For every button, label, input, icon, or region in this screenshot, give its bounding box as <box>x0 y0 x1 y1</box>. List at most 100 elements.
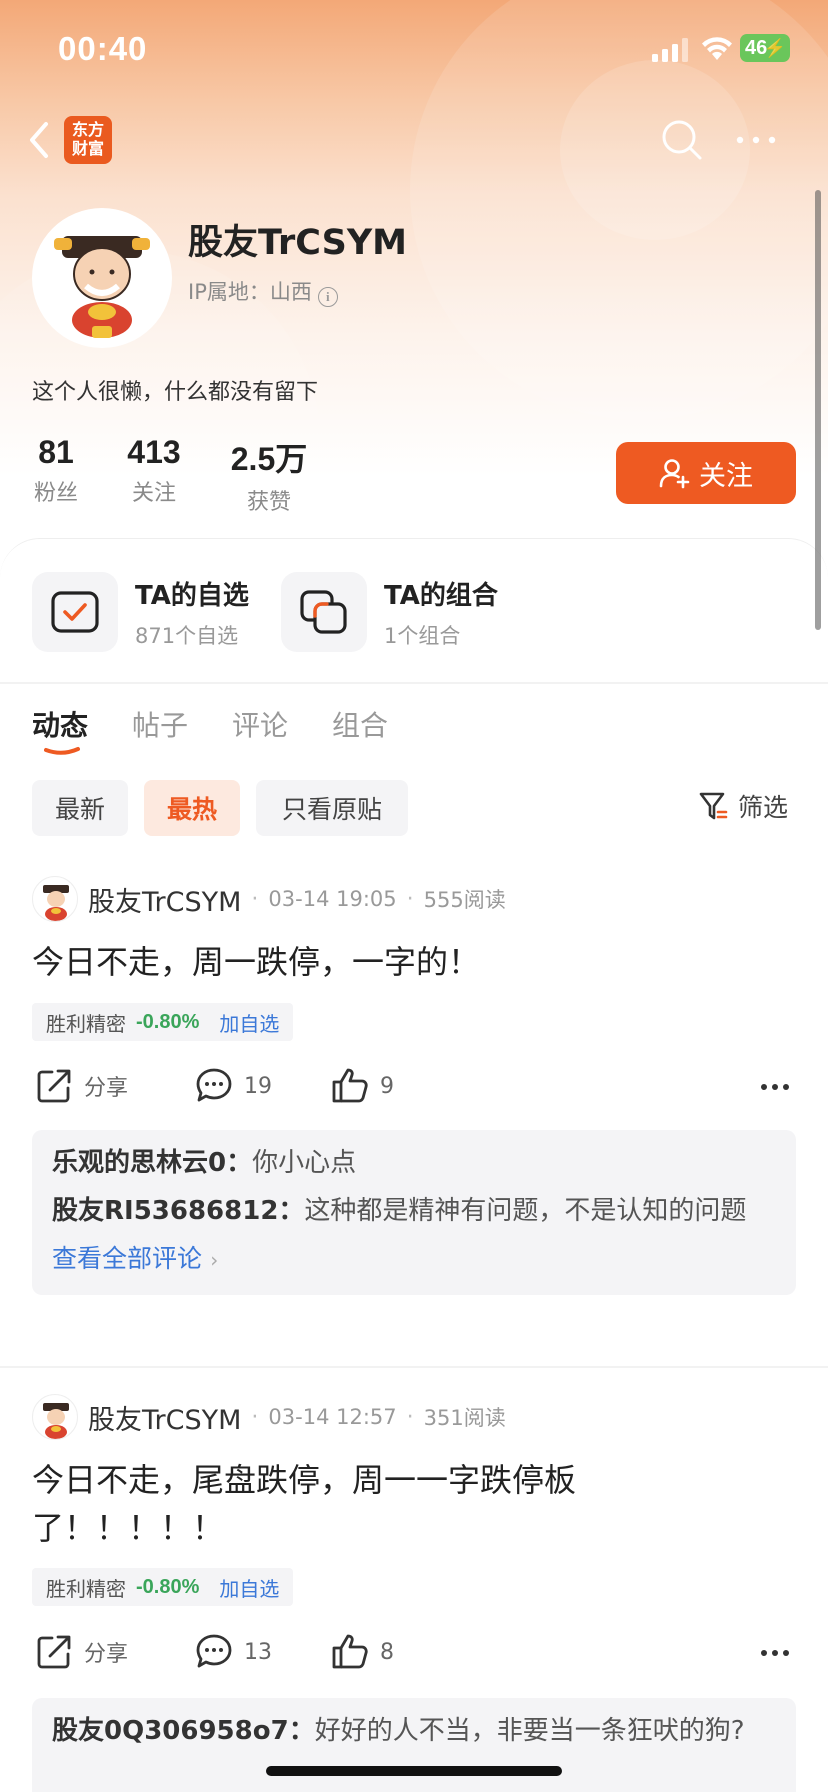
fortune-god-avatar-icon <box>43 1403 69 1439</box>
stat-fans[interactable]: 81 粉丝 <box>32 434 80 507</box>
comment-text: 这种都是精神有问题，不是认知的问题 <box>304 1196 747 1226</box>
stock-name: 胜利精密 <box>46 1011 126 1036</box>
watchlist-check-icon <box>51 591 99 633</box>
share-icon <box>37 1635 71 1669</box>
share-button[interactable]: 分享 <box>34 1066 128 1106</box>
share-label: 分享 <box>84 1076 129 1101</box>
stock-name: 胜利精密 <box>46 1576 126 1601</box>
fortune-god-avatar-icon <box>43 885 69 921</box>
comment-author[interactable]: 股友0Q306958o7： <box>52 1716 315 1746</box>
fortune-god-avatar-icon <box>54 236 150 338</box>
stat-following[interactable]: 413 关注 <box>124 434 184 507</box>
stat-following-value: 413 <box>127 434 181 470</box>
cellular-signal-icon <box>652 38 688 62</box>
add-user-icon <box>659 459 690 489</box>
filter-funnel-icon <box>699 792 728 820</box>
more-menu-icon[interactable] <box>734 126 778 154</box>
profile-avatar[interactable] <box>32 208 172 348</box>
post-reads: 351阅读 <box>423 1406 506 1430</box>
portfolio-icon <box>300 590 347 634</box>
view-all-comments-link[interactable]: 查看全部评论 › <box>52 1240 776 1279</box>
post-author-avatar[interactable] <box>32 1394 78 1440</box>
add-watchlist-link[interactable]: 加自选 <box>219 1008 279 1037</box>
follow-button[interactable]: 关注 <box>616 442 796 504</box>
divider <box>0 682 828 684</box>
ta-portfolio-subtitle: 1个组合 <box>384 623 461 648</box>
post-reads: 555阅读 <box>423 888 506 912</box>
battery-icon: 46 ⚡ <box>740 34 790 62</box>
comment-item: 乐观的思林云0：你小心点 <box>52 1144 776 1182</box>
comment-text: 好好的人不当，非要当一条狂吠的狗? <box>314 1716 745 1746</box>
filter-hottest[interactable]: 最热 <box>144 780 240 836</box>
status-time: 00:40 <box>58 30 148 67</box>
view-all-comments-label: 查看全部评论 <box>52 1244 203 1273</box>
comment-author[interactable]: 股友RI53686812： <box>52 1196 304 1226</box>
post-body[interactable]: 今日不走，尾盘跌停，周一一字跌停板了！！！！！ <box>32 1456 632 1552</box>
ta-watchlist-title: TA的自选 <box>135 580 249 611</box>
ta-portfolio-card[interactable]: TA的组合 1个组合 <box>281 572 498 652</box>
share-label: 分享 <box>84 1642 129 1667</box>
post-author[interactable]: 股友TrCSYM <box>88 1398 241 1437</box>
stock-change: -0.80% <box>136 1575 200 1598</box>
comment-icon <box>196 1068 232 1102</box>
comment-item: 股友RI53686812：这种都是精神有问题，不是认知的问题 <box>52 1192 776 1230</box>
tab-portfolios[interactable]: 组合 <box>332 704 388 744</box>
post-more-icon[interactable] <box>760 1082 790 1092</box>
comment-count: 13 <box>244 1639 272 1665</box>
share-button[interactable]: 分享 <box>34 1632 128 1672</box>
active-tab-indicator <box>44 747 80 755</box>
tab-posts[interactable]: 帖子 <box>132 704 188 744</box>
share-icon <box>37 1069 71 1103</box>
post-time: 03-14 12:57 <box>268 1405 397 1429</box>
filter-button-label: 筛选 <box>738 793 789 822</box>
status-bar: 00:40 46 ⚡ <box>0 0 828 100</box>
comment-button[interactable]: 13 <box>194 1632 272 1672</box>
stat-fans-value: 81 <box>38 434 74 470</box>
stat-likes-label: 获赞 <box>246 490 291 515</box>
username: 股友TrCSYM <box>188 223 408 263</box>
stock-change: -0.80% <box>136 1010 200 1033</box>
scrollbar[interactable] <box>815 190 821 630</box>
follow-button-label: 关注 <box>699 460 753 492</box>
add-watchlist-link[interactable]: 加自选 <box>219 1573 279 1602</box>
comment-icon <box>196 1634 232 1668</box>
post-time: 03-14 19:05 <box>268 887 397 911</box>
home-indicator[interactable] <box>266 1766 562 1776</box>
post-meta: 股友TrCSYM · 03-14 12:57 · 351阅读 <box>32 1394 506 1440</box>
comments-preview[interactable]: 股友0Q306958o7：好好的人不当，非要当一条狂吠的狗? <box>32 1698 796 1792</box>
like-button[interactable]: 9 <box>330 1066 394 1106</box>
search-icon[interactable] <box>660 118 704 162</box>
thumbs-up-icon <box>332 1068 368 1103</box>
filter-original-only[interactable]: 只看原贴 <box>256 780 408 836</box>
post-author[interactable]: 股友TrCSYM <box>88 880 241 919</box>
back-arrow-icon[interactable] <box>24 118 54 162</box>
tab-comments[interactable]: 评论 <box>232 704 288 744</box>
post-body[interactable]: 今日不走，周一跌停，一字的！ <box>32 938 632 986</box>
tab-dynamics[interactable]: 动态 <box>32 704 88 744</box>
stat-following-label: 关注 <box>131 481 176 506</box>
wifi-icon <box>702 37 732 60</box>
like-count: 9 <box>380 1073 394 1099</box>
like-button[interactable]: 8 <box>330 1632 394 1672</box>
comment-item: 股友0Q306958o7：好好的人不当，非要当一条狂吠的狗? <box>52 1712 776 1750</box>
like-count: 8 <box>380 1639 394 1665</box>
filter-latest[interactable]: 最新 <box>32 780 128 836</box>
ip-location-text: IP属地：山西 <box>188 280 312 304</box>
stat-likes[interactable]: 2.5万 获赞 <box>224 434 314 516</box>
post-author-avatar[interactable] <box>32 876 78 922</box>
info-icon[interactable]: i <box>317 287 338 307</box>
comment-count: 19 <box>244 1073 272 1099</box>
comment-button[interactable]: 19 <box>194 1066 272 1106</box>
filter-button[interactable]: 筛选 <box>698 788 788 824</box>
post-meta: 股友TrCSYM · 03-14 19:05 · 555阅读 <box>32 876 506 922</box>
comment-author[interactable]: 乐观的思林云0： <box>52 1148 252 1178</box>
stat-fans-label: 粉丝 <box>33 481 78 506</box>
bio: 这个人很懒，什么都没有留下 <box>32 380 319 405</box>
post-more-icon[interactable] <box>760 1648 790 1658</box>
stock-tag[interactable]: 胜利精密 -0.80% 加自选 <box>32 1568 294 1606</box>
ta-watchlist-card[interactable]: TA的自选 871个自选 <box>32 572 249 652</box>
stat-likes-value: 2.5万 <box>230 441 308 477</box>
ip-location: IP属地：山西 i <box>188 276 338 307</box>
comments-preview[interactable]: 乐观的思林云0：你小心点 股友RI53686812：这种都是精神有问题，不是认知… <box>32 1130 796 1295</box>
stock-tag[interactable]: 胜利精密 -0.80% 加自选 <box>32 1003 294 1041</box>
